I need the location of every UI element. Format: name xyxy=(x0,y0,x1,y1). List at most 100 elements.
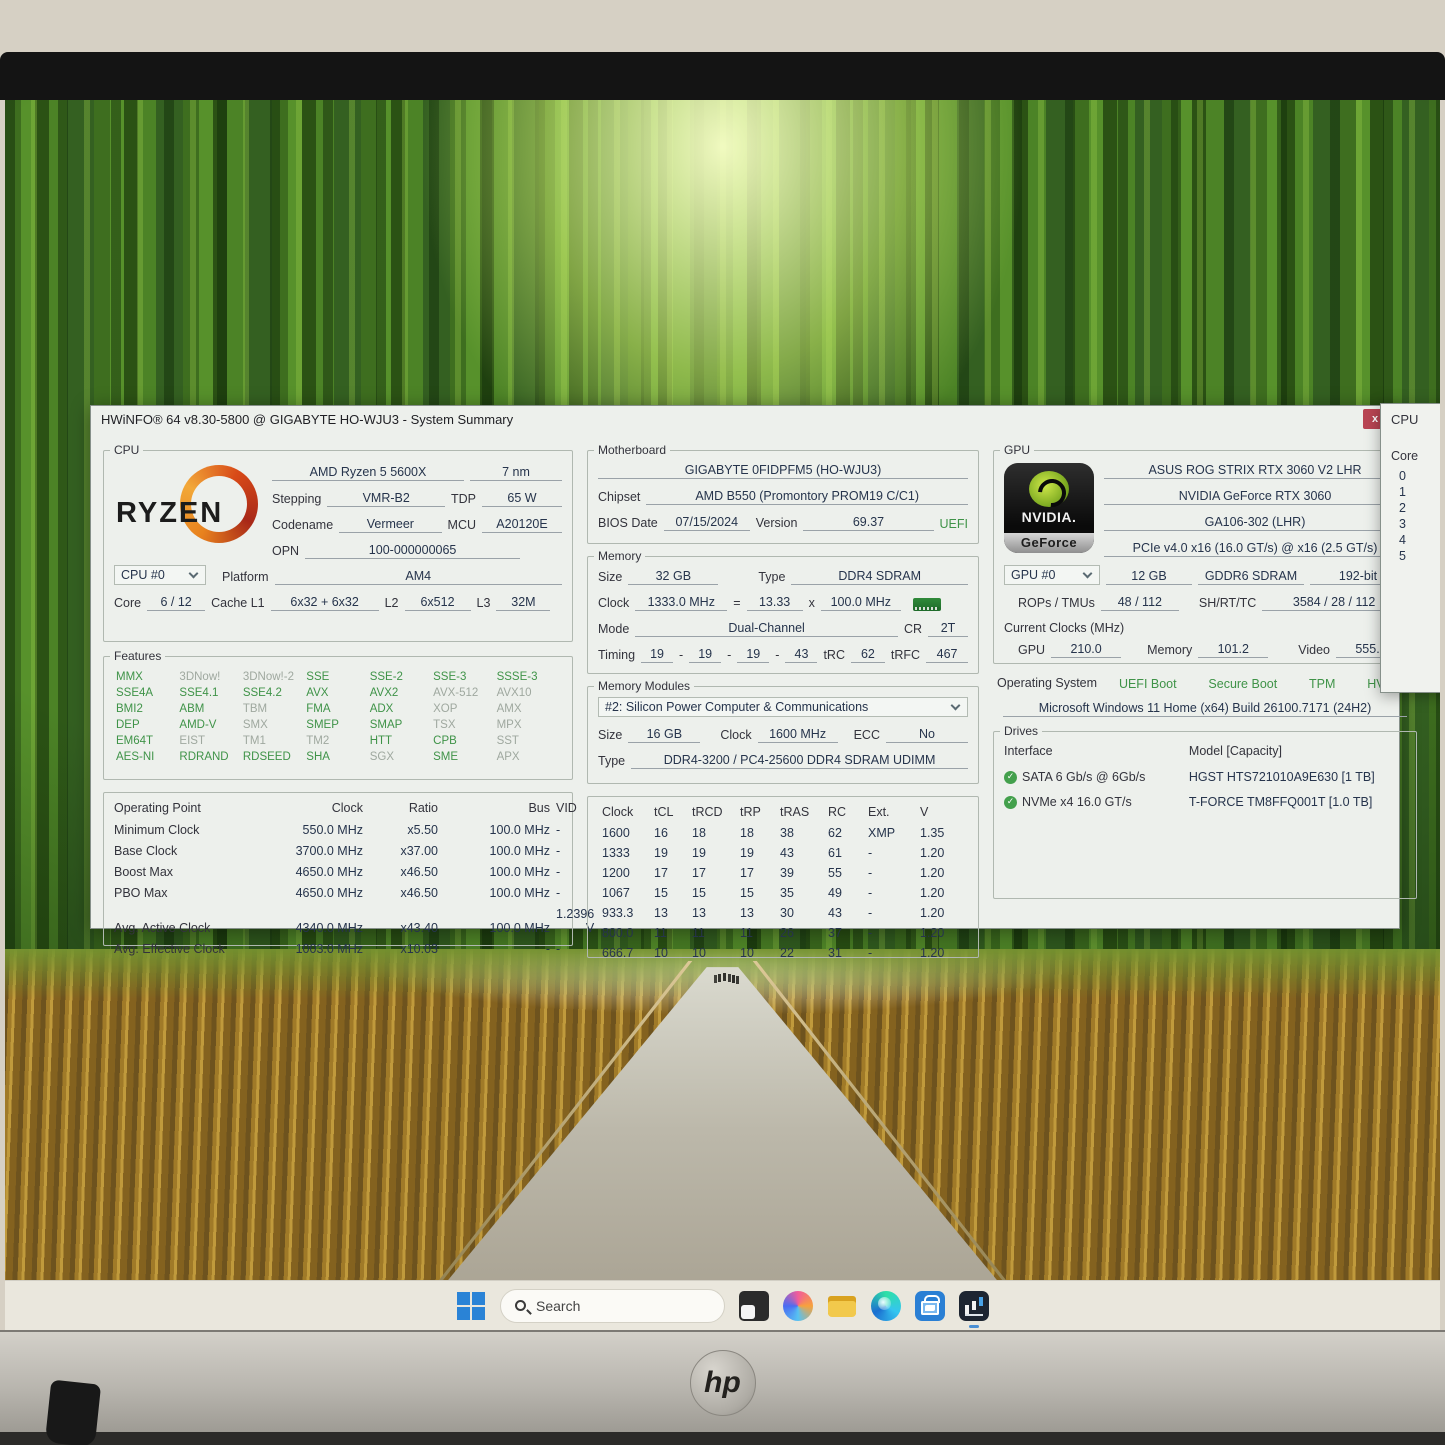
ryzen-logo: RYZEN xyxy=(114,463,264,559)
monitor-screen: HWiNFO® 64 v8.30-5800 @ GIGABYTE HO-WJU3… xyxy=(5,100,1440,1330)
memory-timing-label: Timing xyxy=(598,648,635,663)
cpu-cache-l1: 6x32 + 6x32 xyxy=(271,595,379,611)
feature-flag: TBM xyxy=(243,703,306,715)
stepping-label: Stepping xyxy=(272,492,321,507)
motherboard-group: Motherboard GIGABYTE 0FIDPFM5 (HO-WJU3) … xyxy=(587,450,979,544)
opn-label: OPN xyxy=(272,544,299,559)
feature-flag: SHA xyxy=(306,751,369,763)
gpu-selector-dropdown[interactable]: GPU #0 xyxy=(1004,565,1100,585)
side-core-row: 3 xyxy=(1391,517,1440,531)
cpu-stepping: VMR-B2 xyxy=(327,491,445,507)
os-flag: Secure Boot xyxy=(1208,677,1277,691)
memory-modules-group-label: Memory Modules xyxy=(594,679,694,693)
timing-tcl: 19 xyxy=(641,647,673,663)
timing-col-header: V xyxy=(916,805,968,819)
feature-flag: RDRAND xyxy=(179,751,242,763)
memory-modules-group: Memory Modules #2: Silicon Power Compute… xyxy=(587,686,979,784)
feature-flag: EIST xyxy=(179,735,242,747)
check-icon: ✓ xyxy=(1004,771,1017,784)
timing-col-header: tCL xyxy=(650,805,688,819)
platform-label: Platform xyxy=(222,570,269,585)
active-app-indicator xyxy=(969,1325,979,1328)
cpu-cache-l3: 32M xyxy=(496,595,550,611)
op-row: PBO Max4650.0 MHzx46.50100.0 MHz- xyxy=(114,886,562,900)
memory-trfc: 467 xyxy=(926,647,968,663)
taskbar-search[interactable]: Search xyxy=(500,1289,725,1323)
features-group-label: Features xyxy=(110,649,165,663)
memory-clock: 1333.0 MHz xyxy=(635,595,727,611)
gpu-name: NVIDIA GeForce RTX 3060 xyxy=(1104,489,1406,505)
feature-flag: HTT xyxy=(370,735,433,747)
side-panel-core-label: Core xyxy=(1391,449,1440,463)
memory-module-dropdown[interactable]: #2: Silicon Power Computer & Communicati… xyxy=(598,697,968,717)
ram-stick-icon xyxy=(913,598,941,611)
operating-point-title: Operating Point xyxy=(114,801,264,815)
feature-flag: SSE4A xyxy=(116,687,179,699)
drive-interface: ✓NVMe x4 16.0 GT/s xyxy=(1004,795,1189,809)
times-sign: x xyxy=(809,596,815,611)
timing-trp: 19 xyxy=(737,647,769,663)
os-flags: UEFI BootSecure BootTPMHVCI xyxy=(1103,677,1413,691)
windows-start-button[interactable] xyxy=(456,1291,486,1321)
cache-l1-label: Cache L1 xyxy=(211,596,265,611)
feature-flag: TM2 xyxy=(306,735,369,747)
memory-bus-clock: 100.0 MHz xyxy=(821,595,901,611)
cpu-core-count: 6 / 12 xyxy=(147,595,205,611)
memory-group: Memory Size 32 GB Type DDR4 SDRAM Clock … xyxy=(587,556,979,674)
feature-flag: AMD-V xyxy=(179,719,242,731)
cpu-selector-dropdown[interactable]: CPU #0 xyxy=(114,565,206,585)
motherboard-chipset: AMD B550 (Promontory PROM19 C/C1) xyxy=(646,489,968,505)
feature-flag: AMX xyxy=(497,703,560,715)
drive-rows: ✓SATA 6 Gb/s @ 6Gb/sHGST HTS721010A9E630… xyxy=(1004,770,1406,809)
timing-trcd: 19 xyxy=(689,647,721,663)
chevron-down-icon xyxy=(951,700,961,710)
cpu-codename: Vermeer xyxy=(339,517,441,533)
side-panel-core-list: 012345 xyxy=(1391,469,1440,563)
side-panel-title: CPU xyxy=(1391,412,1440,427)
timing-col-header: tRP xyxy=(736,805,776,819)
cpu-cache-l2: 6x512 xyxy=(405,595,471,611)
module-size-label: Size xyxy=(598,728,622,743)
gpu-pcie: PCIe v4.0 x16 (16.0 GT/s) @ x16 (2.5 GT/… xyxy=(1104,541,1406,557)
feature-flag: AVX10 xyxy=(497,687,560,699)
edge-browser-icon[interactable] xyxy=(871,1291,901,1321)
microsoft-store-icon[interactable] xyxy=(915,1291,945,1321)
timing-row: 933.31313133043-1.20 xyxy=(598,906,968,920)
feature-flag: EM64T xyxy=(116,735,179,747)
core-label: Core xyxy=(114,596,141,611)
timings-table-rows: 16001618183862XMP1.35 13331919194361-1.20… xyxy=(598,826,968,960)
feature-flag: AVX xyxy=(306,687,369,699)
file-explorer-icon[interactable] xyxy=(827,1291,857,1321)
gpu-group: GPU NVIDIA. GeForce ASUS ROG STRIX RTX 3… xyxy=(993,450,1417,664)
op-row: Avg. Effective Clock1003.0 MHzx10.03-- xyxy=(114,942,562,956)
features-grid: MMX3DNow!3DNow!-2SSESSE-2SSE-3SSSE-3SSE4… xyxy=(114,669,562,767)
feature-flag: SSE-3 xyxy=(433,671,496,683)
memory-trc: 62 xyxy=(851,647,885,663)
feature-flag: SGX xyxy=(370,751,433,763)
gpu-vram: 12 GB xyxy=(1106,569,1192,585)
timing-col-header: tRCD xyxy=(688,805,736,819)
timing-row: 12001717173955-1.20 xyxy=(598,866,968,880)
side-core-row: 1 xyxy=(1391,485,1440,499)
module-type-label: Type xyxy=(598,754,625,769)
timing-col-header: tRAS xyxy=(776,805,824,819)
task-view-button[interactable] xyxy=(739,1291,769,1321)
gpu-video-clock-label: Video xyxy=(1298,643,1330,658)
gpu-chip: GA106-302 (LHR) xyxy=(1104,515,1406,531)
gpu-clock: 210.0 xyxy=(1051,642,1121,658)
features-group: Features MMX3DNow!3DNow!-2SSESSE-2SSE-3S… xyxy=(103,656,573,780)
copilot-icon[interactable] xyxy=(783,1291,813,1321)
search-icon xyxy=(515,1300,526,1311)
os-label: Operating System xyxy=(997,676,1097,691)
window-titlebar[interactable]: HWiNFO® 64 v8.30-5800 @ GIGABYTE HO-WJU3… xyxy=(91,406,1399,432)
feature-flag: SME xyxy=(433,751,496,763)
feature-flag: SMX xyxy=(243,719,306,731)
hwinfo-app-icon[interactable] xyxy=(959,1291,989,1321)
feature-flag: SSE4.1 xyxy=(179,687,242,699)
op-col-header: Bus xyxy=(444,801,556,815)
timing-row: 13331919194361-1.20 xyxy=(598,846,968,860)
timing-row: 16001618183862XMP1.35 xyxy=(598,826,968,840)
memory-size: 32 GB xyxy=(628,569,718,585)
feature-flag: SST xyxy=(497,735,560,747)
side-core-row: 4 xyxy=(1391,533,1440,547)
